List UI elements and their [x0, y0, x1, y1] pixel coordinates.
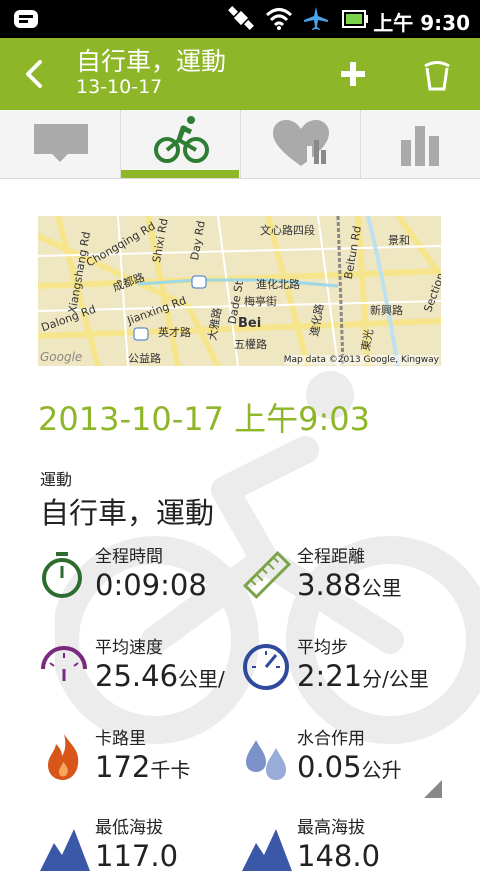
add-button[interactable]	[335, 56, 371, 92]
workout-datetime: 2013-10-17 上午9:03	[38, 400, 371, 438]
ruler-icon	[242, 550, 292, 600]
mountain-icon	[40, 829, 90, 871]
stat-avg-pace: 平均步 2:21分/公里	[242, 633, 442, 713]
tab-heart-stats[interactable]	[240, 110, 360, 178]
tab-charts[interactable]	[360, 110, 480, 178]
flame-icon	[48, 734, 79, 780]
page-subtitle: 13-10-17	[76, 76, 163, 98]
route-map[interactable]: 文心路四段 Beitun Rd 景和 Chongqing Rd Shixi Rd…	[38, 216, 441, 366]
tab-workout[interactable]	[120, 110, 240, 178]
chevron-left-icon	[26, 60, 42, 88]
page-title: 自行車，運動	[76, 47, 227, 76]
stat-hydration: 水合作用 0.05公升	[242, 724, 442, 804]
status-time: 上午 9:30	[373, 11, 470, 35]
stat-avg-speed: 平均速度 25.46公里/	[40, 633, 240, 713]
stat-duration: 全程時間 0:09:08	[40, 542, 240, 622]
stat-calories: 卡路里 172千卡	[40, 724, 240, 804]
stat-min-altitude: 最低海拔 117.0	[40, 813, 240, 893]
map-attribution: Map data ©2013 Google, Kingway	[283, 355, 439, 365]
plus-icon	[341, 62, 365, 86]
map-provider-logo: Google	[40, 350, 83, 364]
stat-distance: 全程距離 3.88公里	[242, 542, 442, 622]
sport-label: 運動	[40, 470, 73, 489]
mountain-icon	[242, 829, 292, 871]
sport-value: 自行車，運動	[40, 496, 215, 530]
wifi-icon	[265, 8, 293, 30]
speedometer-icon	[41, 646, 87, 681]
bicycle-icon	[154, 116, 209, 163]
gauge-icon	[243, 644, 289, 690]
bar-chart-icon	[401, 126, 439, 166]
scroll-corner-indicator	[424, 780, 442, 798]
selected-tab-indicator	[121, 170, 239, 178]
stopwatch-icon	[42, 552, 82, 598]
back-button[interactable]	[18, 56, 54, 92]
status-bar: 上午 9:30	[0, 0, 480, 38]
app-bar: 自行車，運動 13-10-17	[0, 38, 480, 110]
satellite-icon	[228, 6, 254, 30]
heart-chart-icon	[273, 120, 329, 166]
stat-max-altitude: 最高海拔 148.0	[242, 813, 442, 893]
app-notification-icon	[14, 10, 38, 28]
battery-icon	[342, 10, 368, 28]
delete-button[interactable]	[418, 56, 456, 94]
water-drops-icon	[246, 740, 286, 780]
tab-bar	[0, 110, 480, 179]
tab-comments[interactable]	[0, 110, 119, 178]
comment-icon	[34, 124, 88, 162]
airplane-mode-icon	[304, 7, 328, 30]
trash-icon	[424, 61, 450, 91]
